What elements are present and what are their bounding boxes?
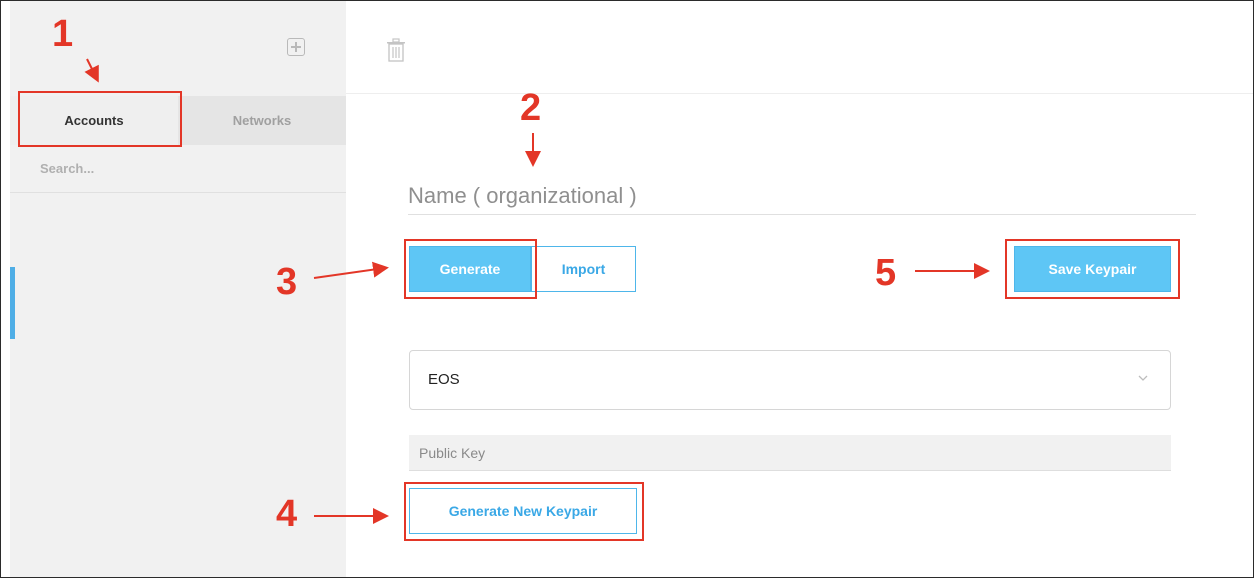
tab-networks[interactable]: Networks: [178, 96, 346, 145]
name-field[interactable]: [408, 178, 1196, 215]
annotation-box-1: [18, 91, 182, 147]
annotation-label-1: 1: [52, 13, 74, 55]
sidebar-selection-marker: [10, 267, 15, 339]
annotation-box-5: [1005, 239, 1180, 299]
main-toolbar: [346, 1, 1253, 94]
import-button[interactable]: Import: [531, 246, 636, 292]
public-key-field[interactable]: [409, 435, 1171, 471]
annotation-box-4: [404, 482, 644, 541]
annotation-label-3: 3: [276, 261, 298, 303]
network-select-value: EOS: [428, 371, 460, 388]
annotation-box-3: [404, 239, 537, 299]
chevron-down-icon: [1138, 375, 1148, 381]
annotation-label-2: 2: [520, 87, 542, 129]
search-input[interactable]: [10, 145, 346, 193]
network-select[interactable]: EOS: [409, 350, 1171, 410]
annotation-label-5: 5: [875, 252, 897, 294]
trash-icon[interactable]: [386, 37, 406, 65]
annotation-label-4: 4: [276, 493, 298, 535]
plus-square-icon[interactable]: [287, 38, 305, 56]
app-window: Accounts Networks Generate Import Save K…: [0, 0, 1254, 578]
